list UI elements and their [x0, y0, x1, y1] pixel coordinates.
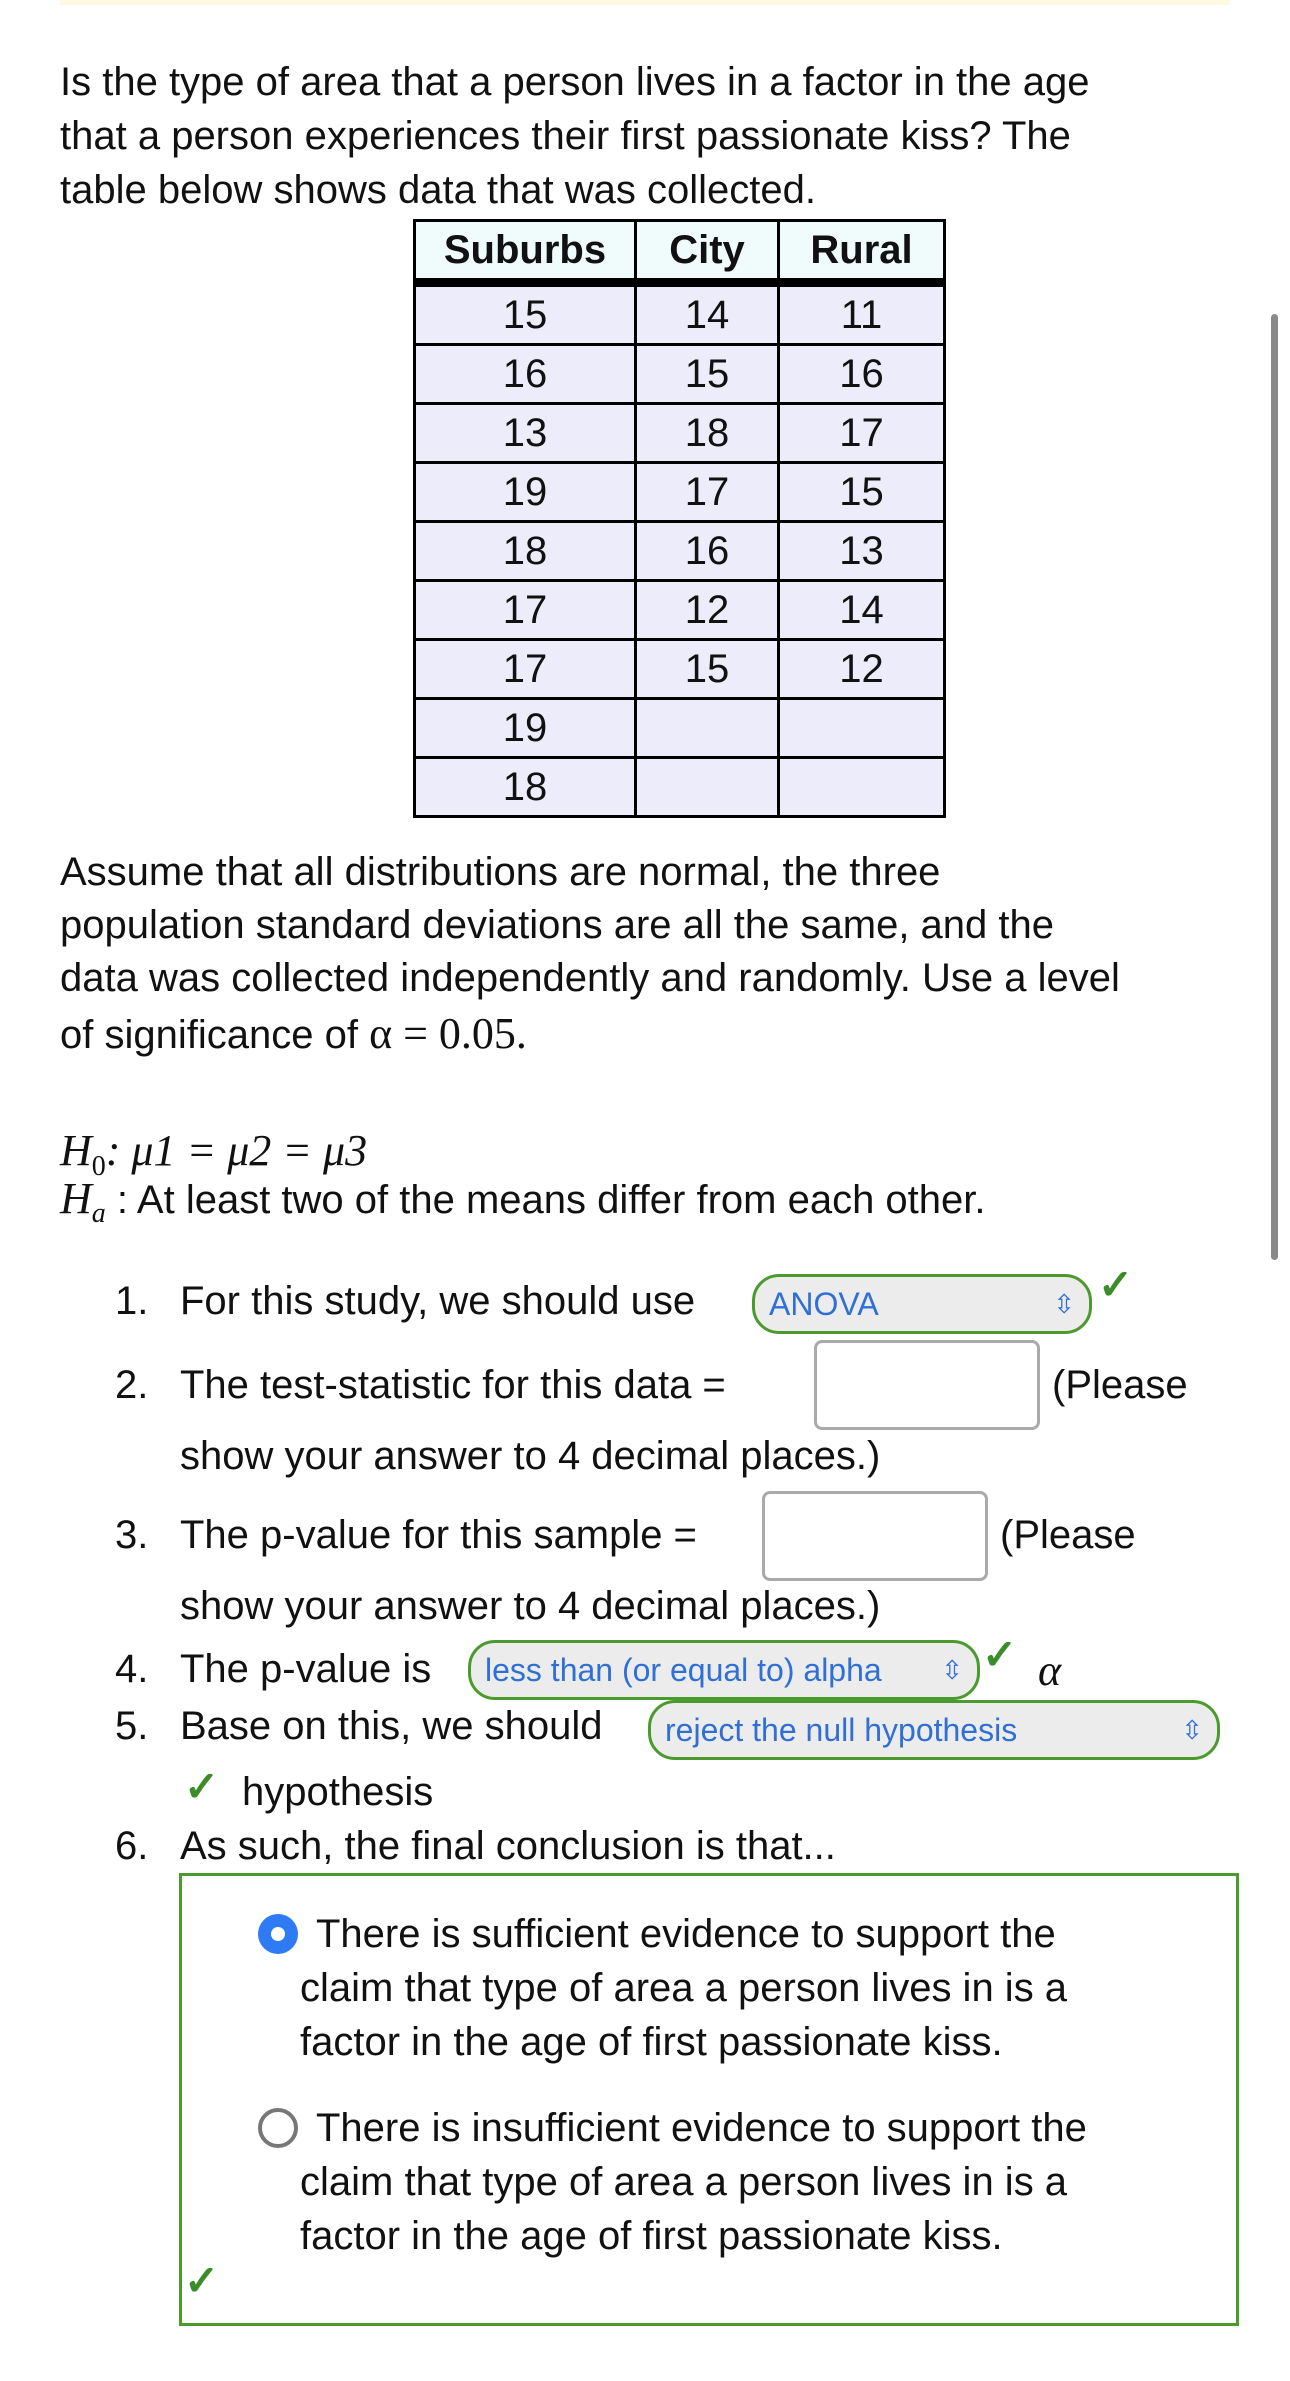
table-cell: 15: [777, 461, 946, 523]
item-1-text: For this study, we should use: [180, 1279, 696, 1323]
table-cell: 16: [413, 343, 637, 405]
decision-select[interactable]: reject the null hypothesis ⇳: [648, 1700, 1220, 1760]
top-banner: [60, 0, 1230, 5]
h0-expression: : μ1 = μ2 = μ3: [105, 1126, 368, 1175]
item-number: 1.: [115, 1279, 149, 1323]
table-cell: 17: [777, 402, 946, 464]
selected-value: reject the null hypothesis: [665, 1712, 1018, 1748]
alpha-expression: α = 0.05.: [369, 1009, 527, 1058]
table-cell: 16: [777, 343, 946, 405]
item-5-text: Base on this, we should: [180, 1704, 603, 1748]
table-cell: 13: [777, 520, 946, 582]
item-4-text: The p-value is: [180, 1647, 432, 1691]
table-cell: 18: [413, 756, 637, 818]
alt-hypothesis: Ha : At least two of the means differ fr…: [60, 1172, 986, 1229]
ha-sub: a: [91, 1198, 106, 1229]
assumption-line: of significance of α = 0.05.: [60, 1007, 527, 1060]
item-number: 5.: [115, 1704, 149, 1748]
check-icon: ✓: [184, 2257, 220, 2304]
table-row: 18: [413, 756, 946, 818]
table-row: 16 15 16: [413, 343, 946, 405]
test-type-select[interactable]: ANOVA ⇳: [752, 1274, 1092, 1334]
table-row: 17 12 14: [413, 579, 946, 641]
table-row: 15 14 11: [413, 281, 946, 346]
select-arrows-icon: ⇳: [1053, 1289, 1075, 1319]
table-cell: 15: [634, 638, 780, 700]
table-cell: 14: [634, 281, 780, 346]
table-cell: [634, 697, 780, 759]
item-6-text: As such, the final conclusion is that...: [180, 1824, 836, 1868]
option-text[interactable]: There is insufficient evidence to suppor…: [316, 2101, 1087, 2155]
item-5-cont: hypothesis: [242, 1770, 434, 1814]
item-2-note-cont: show your answer to 4 decimal places.): [180, 1434, 881, 1478]
item-2-text: The test-statistic for this data =: [180, 1363, 726, 1407]
option-text[interactable]: There is sufficient evidence to support …: [316, 1907, 1056, 1961]
question-line: table below shows data that was collecte…: [60, 168, 816, 212]
table-cell: 13: [413, 402, 637, 464]
table-cell: 12: [634, 579, 780, 641]
table-row: 13 18 17: [413, 402, 946, 464]
table-cell: 11: [777, 281, 946, 346]
scrollbar[interactable]: [1271, 314, 1278, 1260]
option-text[interactable]: factor in the age of first passionate ki…: [300, 2015, 1003, 2069]
table-cell: 18: [634, 402, 780, 464]
option-text[interactable]: claim that type of area a person lives i…: [300, 2155, 1067, 2209]
check-icon: ✓: [982, 1631, 1018, 1678]
table-cell: [634, 756, 780, 818]
item-number: 6.: [115, 1824, 149, 1868]
assumption-line: Assume that all distributions are normal…: [60, 850, 941, 894]
table-cell: 12: [777, 638, 946, 700]
select-arrows-icon: ⇳: [941, 1655, 963, 1685]
item-3-note: (Please: [1000, 1513, 1136, 1557]
table-cell: 18: [413, 520, 637, 582]
question-line: that a person experiences their first pa…: [60, 114, 1071, 158]
table-cell: 19: [413, 461, 637, 523]
table-cell: 16: [634, 520, 780, 582]
selected-value: ANOVA: [769, 1286, 879, 1322]
assumption-text: of significance of: [60, 1013, 370, 1057]
column-header: Suburbs: [413, 219, 637, 287]
table-cell: 15: [413, 281, 637, 346]
p-value-input[interactable]: [762, 1491, 988, 1581]
question-line: Is the type of area that a person lives …: [60, 60, 1090, 104]
item-2-note: (Please: [1052, 1363, 1188, 1407]
table-cell: 19: [413, 697, 637, 759]
assumption-line: data was collected independently and ran…: [60, 956, 1120, 1000]
selected-value: less than (or equal to) alpha: [485, 1652, 882, 1688]
assumption-line: population standard deviations are all t…: [60, 903, 1055, 947]
table-cell: 17: [413, 579, 637, 641]
select-arrows-icon: ⇳: [1181, 1715, 1203, 1745]
item-3-note-cont: show your answer to 4 decimal places.): [180, 1584, 881, 1628]
data-table: Suburbs City Rural 15 14 11 16 15 16 13 18 17 19 1…: [413, 219, 946, 818]
ha-label: H: [60, 1174, 92, 1223]
alpha-symbol: α: [1038, 1646, 1062, 1695]
column-header: Rural: [777, 219, 946, 287]
check-icon: ✓: [1098, 1261, 1134, 1308]
table-row: 17 15 12: [413, 638, 946, 700]
table-row: 19 17 15: [413, 461, 946, 523]
ha-text: : At least two of the means differ from …: [105, 1178, 986, 1222]
h0-label: H: [60, 1126, 92, 1175]
option-text[interactable]: claim that type of area a person lives i…: [300, 1961, 1067, 2015]
item-number: 4.: [115, 1647, 149, 1691]
table-cell: 17: [413, 638, 637, 700]
table-cell: 17: [634, 461, 780, 523]
check-icon: ✓: [184, 1763, 220, 1810]
item-3-text: The p-value for this sample =: [180, 1513, 697, 1557]
table-row: 19: [413, 697, 946, 759]
item-number: 3.: [115, 1513, 149, 1557]
table-cell: 15: [634, 343, 780, 405]
option-text[interactable]: factor in the age of first passionate ki…: [300, 2209, 1003, 2263]
item-number: 2.: [115, 1363, 149, 1407]
table-row: 18 16 13: [413, 520, 946, 582]
radio-sufficient-evidence[interactable]: [258, 1914, 298, 1954]
column-header: City: [634, 219, 780, 287]
radio-insufficient-evidence[interactable]: [258, 2108, 298, 2148]
null-hypothesis: H0: μ1 = μ2 = μ3: [60, 1124, 368, 1182]
table-cell: 14: [777, 579, 946, 641]
p-value-comparison-select[interactable]: less than (or equal to) alpha ⇳: [468, 1640, 980, 1700]
table-cell: [777, 697, 946, 759]
test-statistic-input[interactable]: [814, 1340, 1040, 1430]
table-cell: [777, 756, 946, 818]
